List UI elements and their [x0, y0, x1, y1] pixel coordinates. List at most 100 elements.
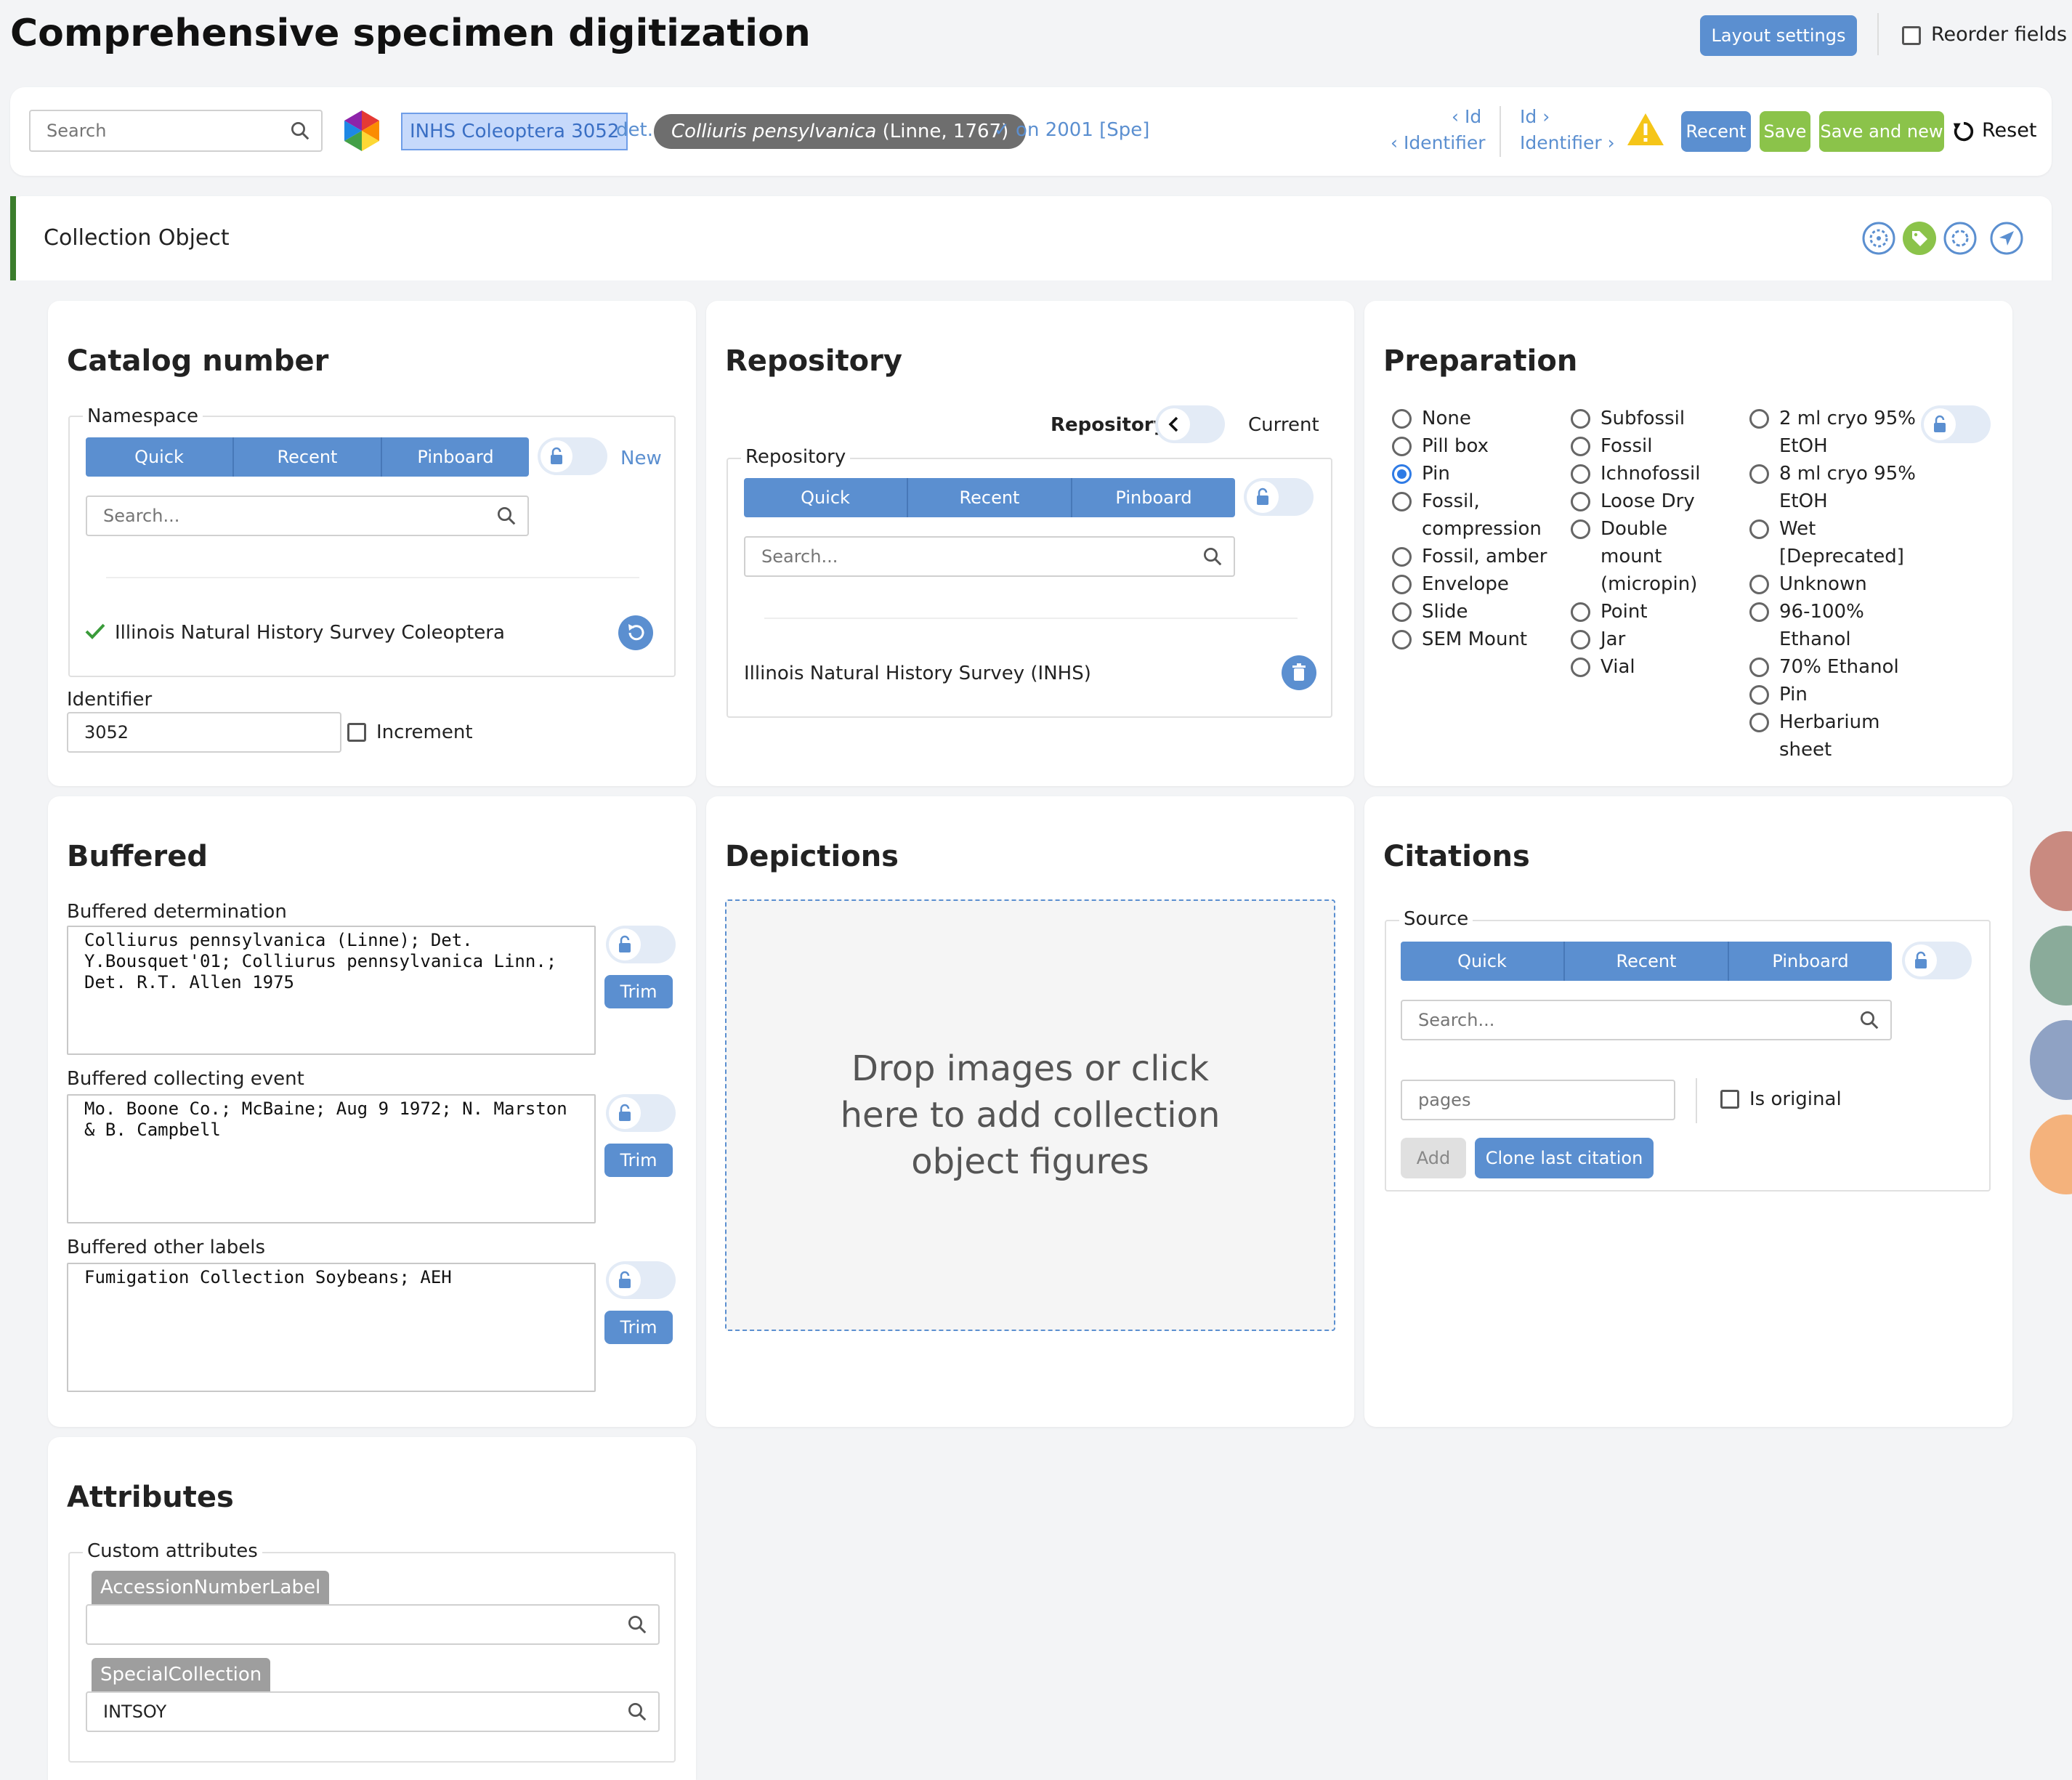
source-lock-toggle[interactable] — [1902, 942, 1972, 979]
repository-tabs[interactable]: Quick Recent Pinboard — [744, 478, 1235, 517]
radio-button[interactable] — [1392, 630, 1412, 650]
buffered-determination-textarea[interactable]: Colliurus pennsylvanica (Linne); Det. Y.… — [67, 926, 596, 1055]
accession-number-input[interactable] — [86, 1604, 660, 1645]
repository-search-input[interactable]: Search... — [744, 536, 1235, 577]
trim-collecting-button[interactable]: Trim — [604, 1144, 673, 1177]
radio-button[interactable] — [1571, 602, 1590, 622]
pages-input[interactable]: pages — [1401, 1080, 1675, 1120]
depictions-dropzone[interactable]: Drop images or click here to add collect… — [725, 899, 1335, 1331]
radio-button[interactable] — [1571, 519, 1590, 539]
preparation-option[interactable]: Pin — [1389, 460, 1552, 488]
tab-quick[interactable]: Quick — [86, 437, 234, 477]
tab-recent[interactable]: Recent — [908, 478, 1072, 517]
preparation-option[interactable]: Envelope — [1389, 570, 1552, 598]
preparation-option[interactable]: 2 ml cryo 95% EtOH — [1747, 405, 1928, 460]
tag-icon[interactable] — [1902, 221, 1937, 256]
preparation-option[interactable]: SEM Mount — [1389, 626, 1552, 653]
trash-icon[interactable] — [1282, 655, 1316, 690]
radio-button[interactable] — [1571, 464, 1590, 484]
layout-settings-button[interactable]: Layout settings — [1700, 15, 1857, 56]
preparation-option[interactable]: 70% Ethanol — [1747, 653, 1928, 681]
radio-button[interactable] — [1749, 575, 1769, 594]
namespace-lock-toggle[interactable] — [538, 437, 607, 475]
tab-pinboard[interactable]: Pinboard — [1072, 478, 1235, 517]
radio-button[interactable] — [1571, 658, 1590, 677]
buffered-other-textarea[interactable]: Fumigation Collection Soybeans; AEH — [67, 1263, 596, 1392]
save-button[interactable]: Save — [1760, 111, 1810, 152]
preparation-option[interactable]: Jar — [1568, 626, 1733, 653]
tab-quick[interactable]: Quick — [1401, 942, 1565, 981]
source-tabs[interactable]: Quick Recent Pinboard — [1401, 942, 1892, 981]
preparation-option[interactable]: Double mount (micropin) — [1568, 515, 1733, 598]
determination-lock-toggle[interactable] — [606, 926, 676, 963]
preparation-option[interactable]: 96-100% Ethanol — [1747, 598, 1928, 653]
clone-last-citation-button[interactable]: Clone last citation — [1475, 1138, 1654, 1178]
preparation-option[interactable]: Pill box — [1389, 432, 1552, 460]
preparation-option[interactable]: Loose Dry — [1568, 488, 1733, 515]
repository-lock-toggle[interactable] — [1244, 478, 1314, 516]
add-citation-button[interactable]: Add — [1401, 1138, 1466, 1178]
preparation-option[interactable]: Point — [1568, 598, 1733, 626]
preparation-option[interactable]: Wet [Deprecated] — [1747, 515, 1928, 570]
navigate-icon[interactable] — [1989, 221, 2024, 256]
radio-button[interactable] — [1571, 492, 1590, 511]
reset-button[interactable]: Reset — [1982, 119, 2036, 142]
warning-icon[interactable] — [1626, 112, 1665, 147]
radio-button[interactable] — [1749, 713, 1769, 732]
namespace-search-input[interactable]: Search... — [86, 495, 529, 536]
source-search-input[interactable]: Search... — [1401, 1000, 1892, 1040]
search-input[interactable]: Search — [29, 110, 323, 152]
preparation-option[interactable]: None — [1389, 405, 1552, 432]
preparation-option[interactable]: Herbarium sheet — [1747, 708, 1928, 764]
preparation-option[interactable]: Fossil — [1568, 432, 1733, 460]
radio-button[interactable] — [1392, 547, 1412, 567]
next-id-link[interactable]: Id › — [1520, 106, 1550, 127]
tab-quick[interactable]: Quick — [744, 478, 908, 517]
taxon-pill[interactable]: Colliuris pensylvanica (Linne, 1767) — [654, 114, 1027, 149]
preparation-option[interactable]: Ichnofossil — [1568, 460, 1733, 488]
is-original-checkbox[interactable] — [1720, 1090, 1739, 1109]
preparation-option[interactable]: 8 ml cryo 95% EtOH — [1747, 460, 1928, 515]
object-label[interactable]: INHS Coleoptera 3052 — [401, 113, 628, 150]
radio-button[interactable] — [1571, 437, 1590, 456]
radio-button[interactable] — [1392, 492, 1412, 511]
trim-other-button[interactable]: Trim — [604, 1311, 673, 1344]
radio-button[interactable] — [1749, 519, 1769, 539]
tab-pinboard[interactable]: Pinboard — [1729, 942, 1892, 981]
preparation-lock-toggle[interactable] — [1921, 405, 1991, 443]
identifier-input[interactable]: 3052 — [67, 712, 341, 753]
radio-button[interactable] — [1571, 630, 1590, 650]
tab-recent[interactable]: Recent — [1565, 942, 1729, 981]
undo-icon[interactable] — [618, 615, 654, 651]
next-identifier-link[interactable]: Identifier › — [1520, 132, 1615, 153]
radio-button[interactable] — [1392, 464, 1412, 484]
special-collection-input[interactable]: INTSOY — [86, 1691, 660, 1732]
radio-button[interactable] — [1749, 685, 1769, 705]
recent-button[interactable]: Recent — [1681, 111, 1751, 152]
radio-button[interactable] — [1392, 437, 1412, 456]
other-labels-lock-toggle[interactable] — [606, 1261, 676, 1299]
prev-id-link[interactable]: ‹ Id — [1452, 106, 1481, 127]
preparation-option[interactable]: Unknown — [1747, 570, 1928, 598]
radio-button[interactable] — [1749, 409, 1769, 429]
namespace-tabs[interactable]: Quick Recent Pinboard — [86, 437, 529, 477]
preparation-option[interactable]: Fossil, compression — [1389, 488, 1552, 543]
reset-icon[interactable] — [1951, 119, 1976, 144]
repository-current-toggle[interactable] — [1155, 405, 1225, 443]
new-namespace-link[interactable]: New — [620, 448, 662, 469]
reorder-fields-checkbox[interactable] — [1902, 26, 1921, 45]
save-and-new-button[interactable]: Save and new — [1819, 111, 1944, 152]
preparation-option[interactable]: Fossil, amber — [1389, 543, 1552, 570]
preparation-option[interactable]: Subfossil — [1568, 405, 1733, 432]
radio-button[interactable] — [1749, 602, 1769, 622]
tab-pinboard[interactable]: Pinboard — [382, 437, 529, 477]
radial-object-icon[interactable] — [1943, 221, 1978, 256]
radio-button[interactable] — [1749, 464, 1769, 484]
collecting-lock-toggle[interactable] — [606, 1094, 676, 1132]
radio-button[interactable] — [1392, 409, 1412, 429]
otu-cube-icon[interactable] — [341, 109, 382, 153]
tab-recent[interactable]: Recent — [234, 437, 382, 477]
preparation-option[interactable]: Slide — [1389, 598, 1552, 626]
radio-button[interactable] — [1392, 602, 1412, 622]
radial-annotator-icon[interactable] — [1861, 221, 1896, 256]
